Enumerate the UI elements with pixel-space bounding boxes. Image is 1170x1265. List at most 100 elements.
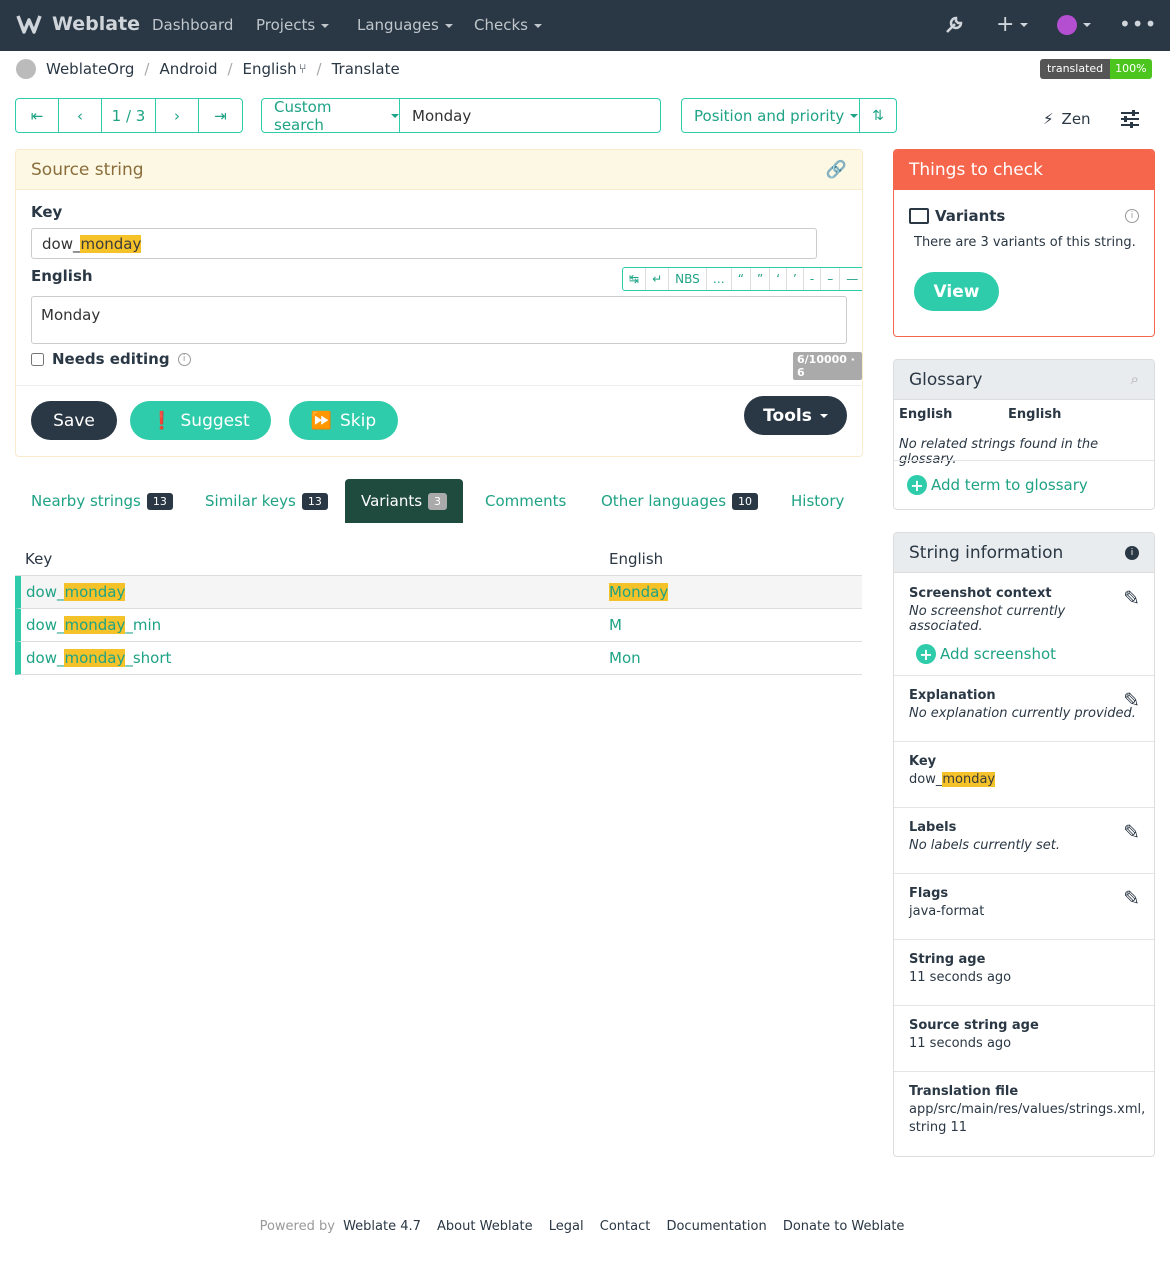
wrench-icon[interactable] bbox=[944, 15, 964, 39]
tab-other-languages[interactable]: Other languages 10 bbox=[585, 479, 774, 523]
special-char-button[interactable]: … bbox=[707, 268, 732, 290]
zen-button[interactable]: ⚡ Zen bbox=[1043, 110, 1091, 128]
key-field[interactable]: dow_monday bbox=[31, 228, 817, 259]
labels-row: Labels No labels currently set. ✎ bbox=[894, 808, 1154, 874]
string-age-row: String age 11 seconds ago bbox=[894, 940, 1154, 1006]
brand[interactable]: Weblate bbox=[16, 12, 140, 36]
bottom-tabs: Nearby strings 13 Similar keys 13 Variants… bbox=[15, 479, 863, 523]
glossary-panel: Glossary ⌕ English English No related st… bbox=[893, 359, 1155, 510]
top-navbar: Weblate Dashboard Projects Languages Che… bbox=[0, 0, 1170, 51]
view-button[interactable]: View bbox=[914, 272, 999, 311]
special-char-button[interactable]: NBS bbox=[669, 268, 707, 290]
sort-direction-icon[interactable]: ⇅ bbox=[860, 99, 896, 132]
check-item-text: There are 3 variants of this string. bbox=[914, 235, 1136, 250]
breadcrumb-separator: / bbox=[227, 60, 233, 78]
first-button[interactable]: ⇤ bbox=[16, 99, 59, 132]
special-char-button[interactable]: — bbox=[840, 268, 862, 290]
needs-editing-input[interactable] bbox=[31, 352, 44, 366]
footer: Powered by Weblate 4.7 About Weblate Leg… bbox=[259, 1219, 905, 1234]
source-text[interactable]: Monday bbox=[31, 296, 847, 344]
special-char-button[interactable]: “ bbox=[732, 268, 751, 290]
prev-button[interactable]: ‹ bbox=[59, 99, 102, 132]
nav-projects[interactable]: Projects bbox=[256, 16, 330, 34]
sort-dropdown[interactable]: Position and priority bbox=[682, 99, 860, 132]
footer-docs-link[interactable]: Documentation bbox=[666, 1219, 766, 1234]
glossary-header: Glossary ⌕ bbox=[894, 360, 1154, 400]
edit-pencil-icon[interactable]: ✎ bbox=[1123, 820, 1140, 844]
next-button[interactable]: › bbox=[156, 99, 199, 132]
branch-icon: ⑂ bbox=[298, 61, 307, 77]
search-type-dropdown[interactable]: Custom search bbox=[262, 98, 400, 134]
last-button[interactable]: ⇥ bbox=[199, 99, 242, 132]
string-pager: ⇤ ‹ 1 / 3 › ⇥ bbox=[15, 98, 243, 133]
special-char-button[interactable]: - bbox=[804, 268, 822, 290]
tab-comments[interactable]: Comments bbox=[469, 479, 582, 523]
special-char-button[interactable]: ” bbox=[751, 268, 771, 290]
sort-control: Position and priority ⇅ bbox=[681, 98, 897, 133]
explanation-row: Explanation No explanation currently pro… bbox=[894, 676, 1154, 742]
special-char-button[interactable]: ↵ bbox=[646, 268, 670, 290]
breadcrumb: WeblateOrg / Android / English ⑂ / Trans… bbox=[16, 59, 400, 79]
info-icon[interactable]: i bbox=[1125, 546, 1139, 560]
translation-file-row: Translation file app/src/main/res/values… bbox=[909, 1084, 1146, 1135]
glossary-col-target: English bbox=[1008, 407, 1062, 422]
tab-history[interactable]: History bbox=[775, 479, 860, 523]
special-char-button[interactable]: ’ bbox=[787, 268, 804, 290]
checks-panel: Things to check Variants i There are 3 v… bbox=[893, 149, 1155, 337]
skip-button[interactable]: ⏩ Skip bbox=[289, 401, 398, 440]
footer-contact-link[interactable]: Contact bbox=[600, 1219, 651, 1234]
needs-editing-checkbox[interactable]: Needs editing i bbox=[31, 350, 191, 368]
table-row[interactable]: dow_monday_short Mon bbox=[15, 642, 862, 675]
screenshot-context-row: Screenshot context No screenshot current… bbox=[894, 574, 1154, 676]
flags-row: Flags java-format ✎ bbox=[894, 874, 1154, 940]
edit-pencil-icon[interactable]: ✎ bbox=[1123, 886, 1140, 910]
settings-sliders-icon[interactable] bbox=[1120, 110, 1140, 132]
nav-dashboard[interactable]: Dashboard bbox=[152, 16, 233, 34]
suggest-button[interactable]: ❗ Suggest bbox=[130, 401, 271, 440]
special-char-button[interactable]: ↹ bbox=[623, 268, 647, 290]
string-info-header: String information i bbox=[894, 533, 1154, 573]
link-icon[interactable]: 🔗 bbox=[826, 160, 847, 180]
divider bbox=[894, 460, 1154, 461]
user-menu[interactable] bbox=[1057, 15, 1091, 35]
project-icon bbox=[16, 59, 36, 79]
edit-pencil-icon[interactable]: ✎ bbox=[1123, 688, 1140, 712]
footer-legal-link[interactable]: Legal bbox=[549, 1219, 584, 1234]
language-label: English bbox=[31, 267, 93, 285]
footer-donate-link[interactable]: Donate to Weblate bbox=[783, 1219, 905, 1234]
tab-similar-keys[interactable]: Similar keys 13 bbox=[189, 479, 344, 523]
breadcrumb-project[interactable]: WeblateOrg bbox=[46, 60, 134, 78]
search-form: Custom search Monday bbox=[261, 98, 661, 134]
table-row[interactable]: dow_monday Monday bbox=[15, 576, 862, 609]
translated-badge[interactable]: translated 100% bbox=[1040, 59, 1152, 79]
footer-about-link[interactable]: About Weblate bbox=[437, 1219, 533, 1234]
nav-languages[interactable]: Languages bbox=[357, 16, 453, 34]
breadcrumb-separator: / bbox=[144, 60, 150, 78]
save-button[interactable]: Save bbox=[31, 401, 117, 440]
tab-variants[interactable]: Variants 3 bbox=[345, 479, 464, 523]
key-label: Key bbox=[31, 203, 63, 221]
footer-version-link[interactable]: Weblate 4.7 bbox=[343, 1219, 421, 1234]
breadcrumb-language[interactable]: English bbox=[243, 60, 297, 78]
search-input[interactable]: Monday bbox=[400, 99, 471, 132]
nav-checks[interactable]: Checks bbox=[474, 16, 542, 34]
special-char-button[interactable]: ‘ bbox=[770, 268, 788, 290]
fast-forward-icon: ⏩ bbox=[310, 410, 332, 431]
info-icon[interactable]: i bbox=[1125, 209, 1139, 223]
tab-nearby-strings[interactable]: Nearby strings 13 bbox=[15, 479, 189, 523]
tools-button[interactable]: Tools bbox=[744, 396, 847, 435]
add-term-link[interactable]: + Add term to glossary bbox=[907, 475, 1088, 495]
edit-pencil-icon[interactable]: ✎ bbox=[1123, 586, 1140, 610]
more-menu-icon[interactable]: ••• bbox=[1119, 12, 1157, 36]
breadcrumb-component[interactable]: Android bbox=[159, 60, 217, 78]
special-char-button[interactable]: – bbox=[821, 268, 841, 290]
add-screenshot-link[interactable]: + Add screenshot bbox=[916, 644, 1139, 664]
add-menu-icon[interactable]: + bbox=[996, 12, 1029, 37]
breadcrumb-page[interactable]: Translate bbox=[332, 60, 400, 78]
glossary-empty: No related strings found in the glossary… bbox=[899, 437, 1099, 467]
table-header: Key English bbox=[15, 542, 862, 576]
search-glossary-icon[interactable]: ⌕ bbox=[1131, 370, 1139, 388]
table-row[interactable]: dow_monday_min M bbox=[15, 609, 862, 642]
checks-header: Things to check bbox=[894, 150, 1154, 190]
avatar bbox=[1057, 15, 1077, 35]
